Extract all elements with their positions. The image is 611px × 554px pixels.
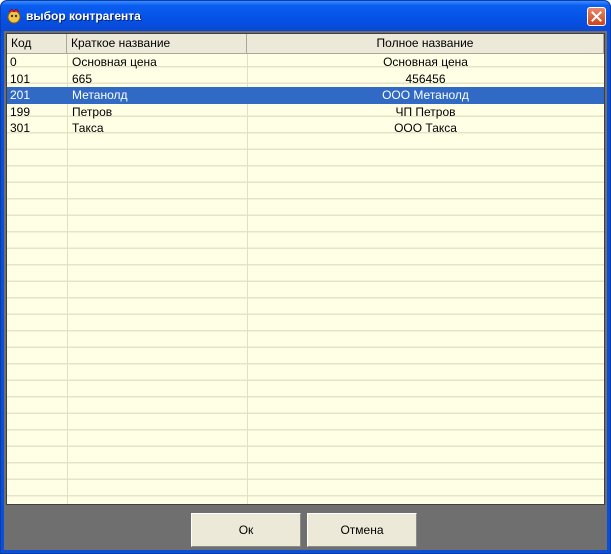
cell-code: 101 [10, 71, 31, 86]
grid-rows: 0 Основная цена Основная цена 101 665 456456 2… [7, 54, 604, 137]
ok-button[interactable]: Ок [191, 513, 301, 547]
dialog-client: Код Краткое название Полное название 0 Ос… [4, 31, 607, 550]
cancel-button[interactable]: Отмена [307, 513, 417, 547]
cell-short-name: 665 [72, 71, 93, 86]
cell-code: 301 [10, 121, 31, 135]
cell-short-name: Петров [72, 104, 113, 119]
cell-full-name: Основная цена [383, 55, 468, 69]
dialog-window: выбор контрагента Код Краткое название П… [0, 0, 611, 554]
close-button[interactable] [587, 7, 606, 26]
cell-code: 0 [10, 55, 17, 69]
table-row[interactable]: 101 665 456456 [7, 71, 604, 88]
window-frame-bottom [1, 550, 610, 553]
column-header-short-name[interactable]: Краткое название [67, 34, 247, 53]
cell-full-name: ООО Такса [394, 121, 457, 135]
table-row[interactable]: 199 Петров ЧП Петров [7, 104, 604, 121]
counterparty-grid[interactable]: Код Краткое название Полное название 0 Ос… [6, 33, 605, 505]
cell-short-name: Основная цена [72, 55, 157, 69]
cell-short-name: Метанолд [72, 88, 128, 102]
close-icon [591, 11, 602, 22]
app-icon [7, 8, 21, 24]
table-row[interactable]: 0 Основная цена Основная цена [7, 54, 604, 71]
column-header-code[interactable]: Код [7, 34, 67, 53]
cell-short-name: Такса [72, 121, 104, 135]
window-frame-right [607, 31, 610, 553]
cell-code: 199 [10, 104, 31, 119]
grid-header: Код Краткое название Полное название [7, 34, 604, 54]
cell-code: 201 [10, 88, 31, 102]
cell-full-name: 456456 [405, 71, 446, 86]
cell-full-name: ЧП Петров [395, 104, 456, 119]
window-title: выбор контрагента [26, 9, 141, 23]
table-row[interactable]: 201 Метанолд ООО Метанолд [7, 87, 604, 104]
column-header-full-name[interactable]: Полное название [247, 34, 604, 53]
table-row[interactable]: 301 Такса ООО Такса [7, 120, 604, 137]
cell-full-name: ООО Метанолд [382, 88, 469, 102]
title-bar[interactable]: выбор контрагента [1, 1, 610, 31]
button-bar: Ок Отмена [4, 505, 607, 550]
